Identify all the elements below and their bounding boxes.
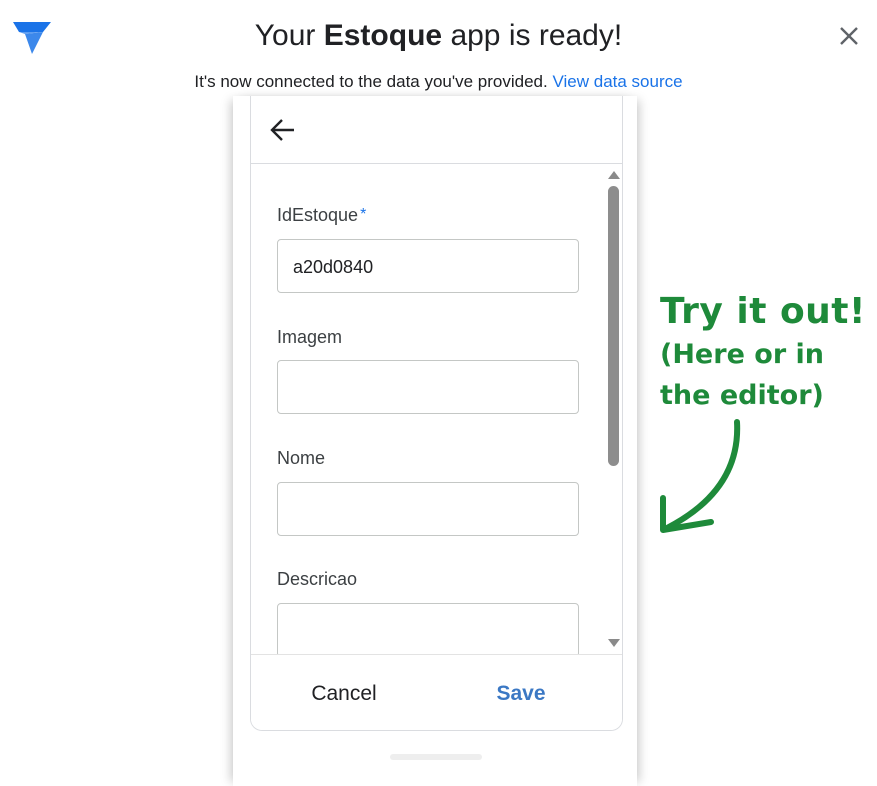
scroll-down-icon[interactable] (608, 639, 620, 647)
close-icon[interactable] (835, 22, 863, 50)
callout-title: Try it out! (660, 291, 866, 332)
idestoque-input[interactable]: a20d0840 (277, 239, 579, 293)
curved-arrow-icon (660, 419, 741, 533)
scrollbar[interactable] (605, 164, 622, 654)
field-label-nome: Nome (277, 448, 326, 468)
page-title: Your Estoque app is ready! (254, 19, 623, 52)
cancel-button[interactable]: Cancel (251, 655, 437, 730)
field-label-imagem: Imagem (277, 327, 343, 347)
scroll-up-icon[interactable] (608, 171, 620, 179)
arrow-left-icon[interactable] (268, 115, 298, 145)
try-it-out-callout: Try it out! (Here or in the editor) (660, 290, 866, 416)
field-label-descricao: Descricao (277, 569, 358, 589)
app-header (251, 96, 622, 164)
required-marker: * (360, 206, 367, 223)
callout-line-2: (Here or in (660, 339, 825, 370)
descricao-input[interactable] (277, 603, 579, 654)
field-label-idestoque: IdEstoque * (277, 205, 367, 225)
form-footer: Cancel Save (251, 654, 622, 730)
view-data-source-link[interactable]: View data source (552, 72, 682, 91)
app-name: Estoque (323, 19, 443, 52)
app-preview: IdEstoque * a20d0840 Imagem Nome Descrica… (250, 96, 623, 731)
nome-input[interactable] (277, 482, 579, 536)
subtitle: It's now connected to the data you've pr… (194, 72, 683, 91)
imagem-input[interactable] (277, 360, 579, 414)
scroll-thumb[interactable] (608, 186, 619, 466)
form-area: IdEstoque * a20d0840 Imagem Nome Descrica… (251, 164, 622, 654)
callout-line-3: the editor) (660, 380, 824, 411)
home-indicator (390, 754, 482, 760)
save-button[interactable]: Save (437, 655, 605, 730)
